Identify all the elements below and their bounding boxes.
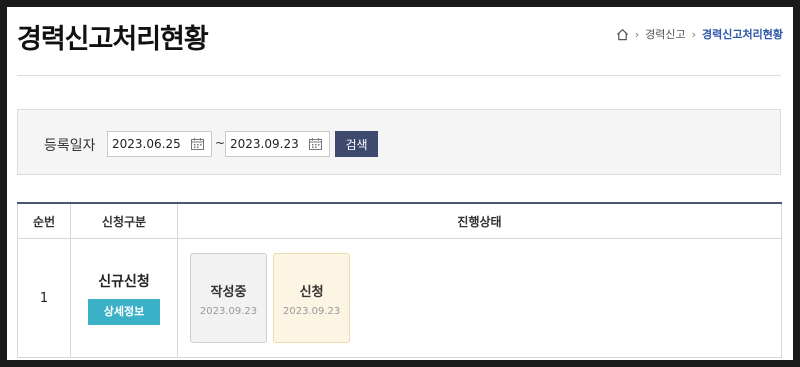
breadcrumb: › 경력신고 › 경력신고처리현황	[616, 26, 783, 42]
step-name: 작성중	[210, 285, 247, 300]
calendar-icon[interactable]	[191, 138, 204, 150]
chevron-right-icon: ›	[634, 27, 640, 41]
start-date-value: 2023.06.25	[112, 137, 181, 151]
column-header-no: 순번	[17, 203, 71, 239]
breadcrumb-current: 경력신고처리현황	[702, 28, 783, 41]
start-date-input[interactable]: 2023.06.25	[107, 131, 212, 157]
page-title: 경력신고처리현황	[17, 24, 209, 55]
step-date: 2023.09.23	[283, 306, 341, 317]
date-range-separator: ~	[215, 136, 226, 150]
breadcrumb-parent[interactable]: 경력신고	[645, 26, 685, 42]
table-row: 1 신규신청 상세정보 작성중 2023.09.23 신청 2023.09.23	[17, 238, 782, 358]
status-step-applied: 신청 2023.09.23	[273, 253, 351, 343]
request-type: 신규신청	[98, 274, 150, 290]
step-name: 신청	[299, 285, 324, 300]
title-divider	[17, 75, 781, 76]
calendar-icon[interactable]	[309, 138, 322, 150]
registration-date-label: 등록일자	[44, 138, 96, 154]
row-number: 1	[17, 238, 71, 358]
end-date-input[interactable]: 2023.09.23	[225, 131, 330, 157]
chevron-right-icon: ›	[691, 27, 697, 41]
status-table: 순번 신청구분 진행상태 1 신규신청 상세정보 작성중 2023.09.23	[17, 202, 782, 358]
page-frame: 경력신고처리현황 › 경력신고 › 경력신고처리현황 등록일자 2023.06.…	[7, 7, 793, 360]
status-cell: 작성중 2023.09.23 신청 2023.09.23	[177, 238, 782, 358]
status-step-drafting: 작성중 2023.09.23	[190, 253, 267, 343]
request-type-cell: 신규신청 상세정보	[70, 238, 178, 358]
table-header-row: 순번 신청구분 진행상태	[17, 203, 782, 239]
search-panel: 등록일자 2023.06.25 ~ 2023.09.23 검색	[17, 109, 781, 175]
column-header-type: 신청구분	[70, 203, 178, 239]
column-header-status: 진행상태	[177, 203, 782, 239]
step-date: 2023.09.23	[199, 306, 258, 317]
detail-info-button[interactable]: 상세정보	[88, 299, 160, 325]
search-button[interactable]: 검색	[335, 131, 378, 157]
end-date-value: 2023.09.23	[230, 137, 299, 151]
home-icon[interactable]	[616, 28, 629, 41]
